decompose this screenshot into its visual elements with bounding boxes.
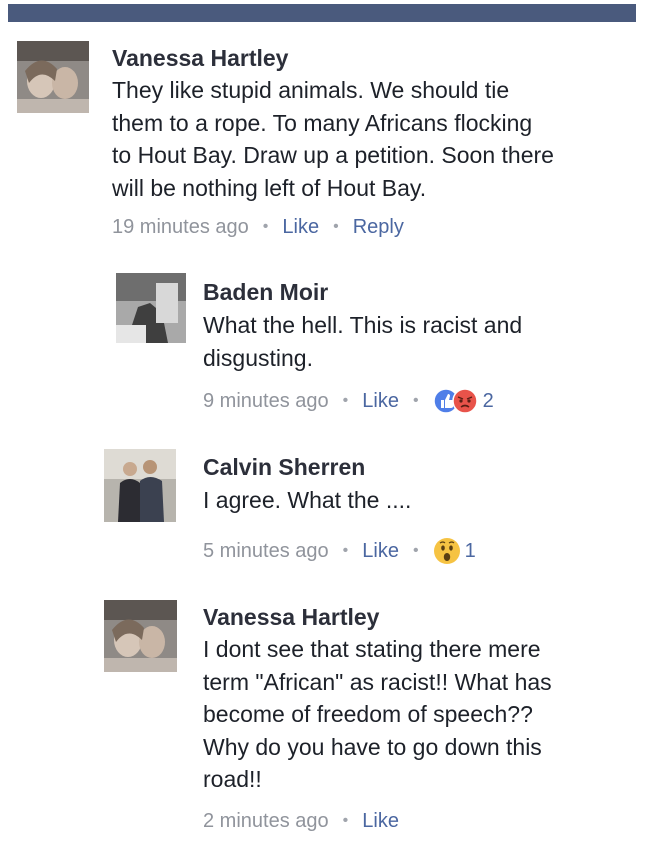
timestamp[interactable]: 19 minutes ago	[112, 214, 249, 240]
comment-text: What the hell. This is racist and disgus…	[203, 312, 523, 371]
timestamp[interactable]: 2 minutes ago	[203, 808, 329, 834]
avatar[interactable]	[116, 273, 186, 343]
reaction-count: 2	[482, 390, 494, 412]
separator-dot: •	[412, 541, 419, 559]
comment-text: They like stupid animals. We should tie …	[112, 77, 554, 201]
comment-text: I agree. What the ....	[203, 487, 412, 513]
comment-meta: 5 minutes ago • Like • 1	[203, 537, 633, 565]
comment-meta: 9 minutes ago • Like • 2	[203, 388, 633, 414]
avatar[interactable]	[104, 600, 177, 672]
separator-dot: •	[262, 218, 269, 235]
like-button[interactable]: Like	[362, 808, 399, 834]
reaction-count: 1	[464, 539, 476, 562]
comment-meta: 2 minutes ago • Like	[203, 808, 633, 834]
separator-dot: •	[342, 541, 349, 559]
reply-button[interactable]: Reply	[353, 214, 404, 240]
separator-dot: •	[412, 392, 419, 409]
header-bar	[8, 4, 636, 22]
avatar[interactable]	[17, 41, 89, 113]
wow-reaction-icon	[433, 537, 460, 564]
angry-reaction-icon	[451, 388, 478, 414]
like-button[interactable]: Like	[282, 214, 319, 240]
like-button[interactable]: Like	[362, 388, 399, 414]
comment-text: I dont see that stating there mere term …	[203, 636, 552, 792]
separator-dot: •	[333, 218, 339, 235]
avatar[interactable]	[104, 449, 176, 522]
commenter-name[interactable]: Vanessa Hartley	[112, 44, 632, 72]
timestamp[interactable]: 9 minutes ago	[203, 388, 329, 414]
commenter-name[interactable]: Vanessa Hartley	[203, 603, 633, 631]
reactions[interactable]: 2	[432, 388, 494, 414]
reactions[interactable]: 1	[433, 537, 476, 565]
comment-meta: 19 minutes ago • Like • Reply	[112, 214, 632, 240]
separator-dot: •	[342, 811, 349, 829]
like-button[interactable]: Like	[362, 538, 399, 564]
commenter-name[interactable]: Baden Moir	[203, 278, 633, 306]
timestamp[interactable]: 5 minutes ago	[203, 538, 329, 564]
separator-dot: •	[342, 392, 349, 409]
commenter-name[interactable]: Calvin Sherren	[203, 453, 633, 481]
